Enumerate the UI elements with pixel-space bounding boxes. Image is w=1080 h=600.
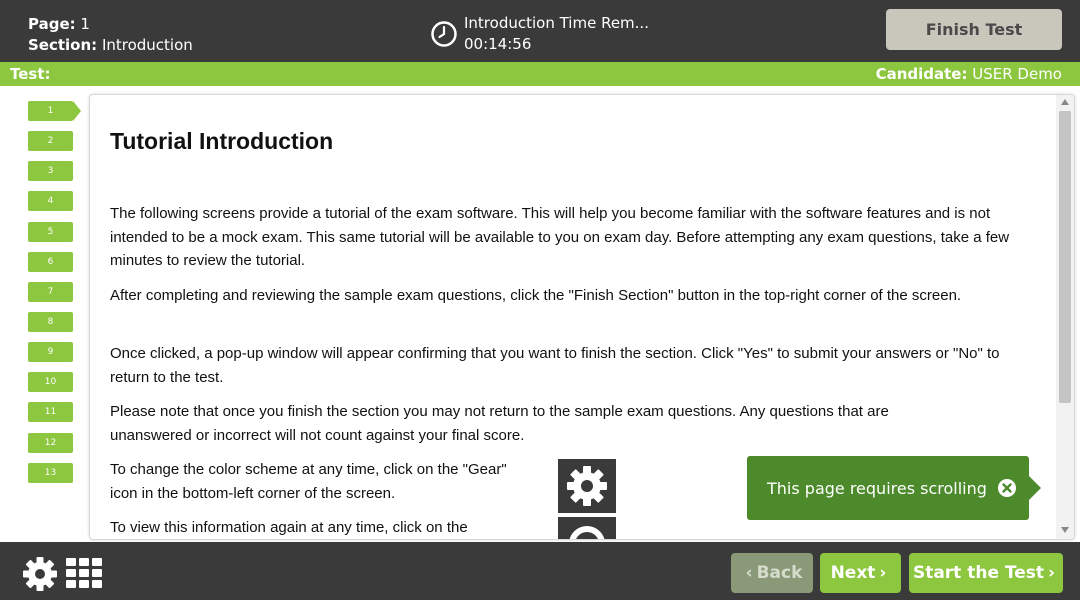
timer-title: Introduction Time Rem... [464, 14, 649, 32]
scroll-tooltip-text: This page requires scrolling [767, 478, 987, 498]
back-button[interactable]: ‹ Back [731, 553, 813, 593]
question-nav-item-8[interactable]: 8 [28, 312, 73, 332]
paragraph-finish-section: After completing and reviewing the sampl… [110, 287, 962, 304]
paragraph-view-info: To view this information again at any ti… [110, 519, 468, 536]
start-test-button[interactable]: Start the Test › [909, 553, 1063, 593]
question-nav-item-3[interactable]: 3 [28, 161, 73, 181]
tutorial-title: Tutorial Introduction [110, 128, 334, 154]
bottom-bar: ‹ Back Next › Start the Test › [0, 542, 1080, 600]
question-nav-item-12[interactable]: 12 [28, 433, 73, 453]
top-bar: Page: 1 Section: Introduction Introducti… [0, 0, 1080, 62]
gear-icon [567, 466, 607, 506]
next-label: Next [830, 563, 876, 583]
question-nav-item-6[interactable]: 6 [28, 252, 73, 272]
section-label: Section: [28, 36, 98, 54]
chevron-left-icon: ‹ [745, 563, 753, 583]
scroll-down-icon[interactable] [1061, 527, 1069, 533]
info-icon-illustration [558, 517, 616, 539]
timer-value: 00:14:56 [464, 35, 532, 53]
question-nav-item-7[interactable]: 7 [28, 282, 73, 302]
next-button[interactable]: Next › [820, 553, 901, 593]
page-number: 1 [80, 15, 90, 33]
scroll-thumb[interactable] [1059, 111, 1071, 403]
question-nav-item-5[interactable]: 5 [28, 222, 73, 242]
question-nav-item-9[interactable]: 9 [28, 342, 73, 362]
paragraph-note: Please note that once you finish the sec… [110, 403, 889, 444]
test-label: Test: [10, 65, 51, 83]
candidate-name: USER Demo [972, 65, 1062, 83]
question-nav-item-11[interactable]: 11 [28, 402, 73, 422]
page-label: Page: [28, 15, 76, 33]
grid-icon[interactable] [66, 558, 104, 590]
question-nav-item-4[interactable]: 4 [28, 191, 73, 211]
gear-icon-illustration [558, 459, 616, 513]
question-nav-item-10[interactable]: 10 [28, 372, 73, 392]
chevron-right-icon: › [879, 563, 887, 583]
paragraph-color-scheme: To change the color scheme at any time, … [110, 461, 507, 502]
close-circle-icon[interactable] [997, 478, 1017, 498]
timer: Introduction Time Rem... 00:14:56 [430, 13, 649, 55]
clock-icon [431, 21, 457, 47]
question-nav-item-13[interactable]: 13 [28, 463, 73, 483]
info-bar: Test: Candidate: USER Demo [0, 62, 1080, 86]
start-label: Start the Test [912, 563, 1045, 583]
paragraph-popup: Once clicked, a pop-up window will appea… [110, 345, 1000, 386]
info-icon [569, 526, 605, 539]
finish-test-button[interactable]: Finish Test [886, 9, 1062, 50]
gear-icon[interactable] [22, 556, 58, 592]
page-info: Page: 1 Section: Introduction [28, 14, 193, 56]
content-scrollbar[interactable] [1056, 95, 1074, 539]
back-label: Back [756, 563, 803, 583]
scroll-required-tooltip: This page requires scrolling [747, 456, 1041, 520]
candidate-info: Candidate: USER Demo [876, 62, 1062, 86]
question-nav-item-2[interactable]: 2 [28, 131, 73, 151]
chevron-right-icon: › [1048, 563, 1056, 583]
candidate-label: Candidate: [875, 65, 968, 83]
question-nav: 1 2 3 4 5 6 7 8 9 10 11 12 13 [0, 86, 88, 542]
paragraph-intro: The following screens provide a tutorial… [110, 205, 1010, 269]
question-nav-item-1[interactable]: 1 [28, 101, 81, 121]
scroll-up-icon[interactable] [1061, 99, 1069, 105]
section-name: Introduction [101, 36, 193, 54]
